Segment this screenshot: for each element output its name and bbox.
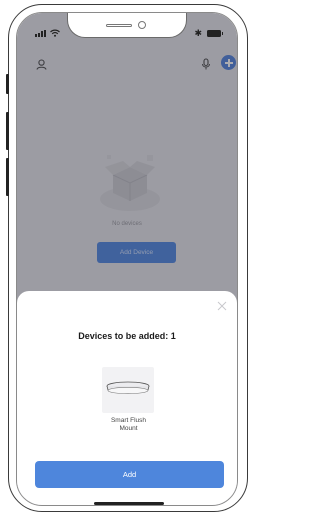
signal-icon (35, 30, 46, 37)
phone-screen: No devices Add Device ✱ Devices to be ad… (16, 12, 238, 506)
home-indicator (94, 502, 164, 505)
battery-icon (207, 30, 223, 37)
bluetooth-icon: ✱ (194, 28, 202, 38)
ceiling-light-icon (102, 367, 154, 413)
device-card[interactable]: Smart Flush Mount (102, 367, 155, 439)
volume-up-button (6, 112, 9, 150)
status-bar: ✱ (17, 13, 237, 49)
add-button[interactable]: Add (35, 461, 224, 488)
speaker-icon (106, 24, 132, 27)
volume-down-button (6, 158, 9, 196)
sheet-title: Devices to be added: 1 (78, 331, 176, 341)
device-name: Smart Flush Mount (110, 417, 147, 432)
devices-bottom-sheet: Devices to be added: 1 Smart Flush Mount… (17, 291, 237, 505)
mute-switch (6, 74, 9, 94)
wifi-icon (50, 29, 60, 37)
notch (67, 13, 187, 38)
camera-icon (138, 21, 146, 29)
close-icon[interactable] (217, 301, 227, 311)
